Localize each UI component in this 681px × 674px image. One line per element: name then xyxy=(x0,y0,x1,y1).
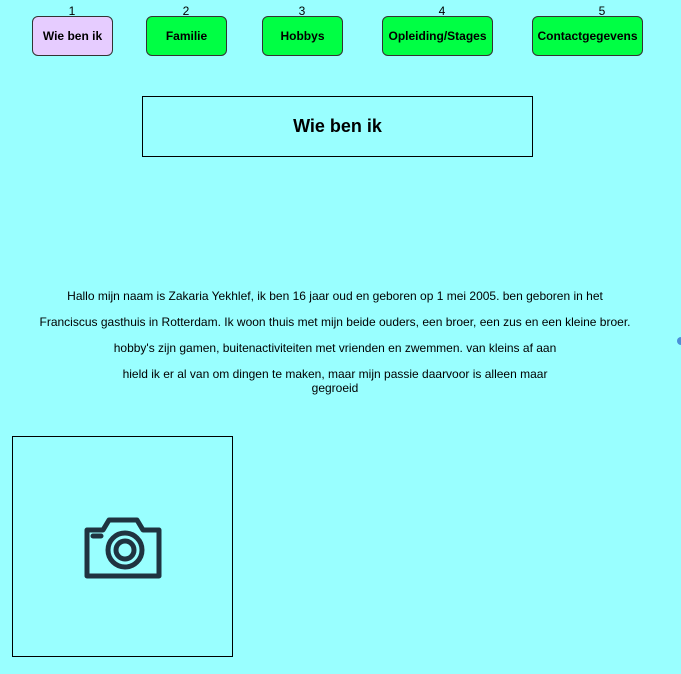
intro-line-3: hobby's zijn gamen, buitenactiviteiten m… xyxy=(113,341,557,355)
intro-line-1: Hallo mijn naam is Zakaria Yekhlef, ik b… xyxy=(67,289,603,303)
nav-button-familie[interactable]: Familie xyxy=(146,16,227,56)
nav-button-hobbys[interactable]: Hobbys xyxy=(262,16,343,56)
nav-button-opleiding-stages[interactable]: Opleiding/Stages xyxy=(382,16,493,56)
intro-line-5: gegroeid xyxy=(311,381,359,395)
nav-button-contactgegevens[interactable]: Contactgegevens xyxy=(532,16,643,56)
page-title: Wie ben ik xyxy=(142,96,533,157)
intro-line-2: Franciscus gasthuis in Rotterdam. Ik woo… xyxy=(39,315,631,329)
scroll-indicator[interactable] xyxy=(677,337,681,345)
nav-button-wie-ben-ik[interactable]: Wie ben ik xyxy=(32,16,113,56)
photo-placeholder xyxy=(12,436,233,657)
camera-icon xyxy=(84,517,162,579)
intro-line-4: hield ik er al van om dingen te maken, m… xyxy=(122,367,548,381)
